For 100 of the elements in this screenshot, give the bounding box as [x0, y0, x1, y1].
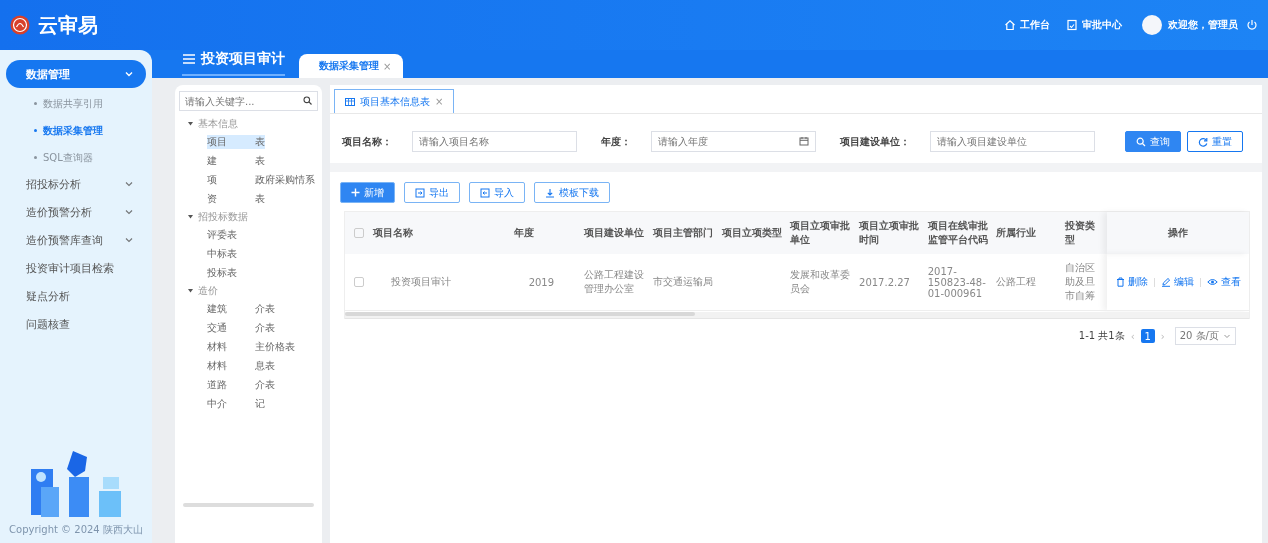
calendar-icon [799, 136, 809, 146]
submenu-item[interactable]: SQL查询器 [0, 144, 152, 171]
table-icon [345, 97, 355, 106]
column-header: 年度 [510, 212, 582, 254]
horizontal-scrollbar[interactable] [345, 312, 1249, 319]
export-button[interactable]: 导出 [404, 182, 460, 203]
app-name: 云审易 [38, 11, 98, 39]
nav-item[interactable]: 数据管理 [6, 60, 146, 88]
avatar [1142, 15, 1162, 35]
tree-item[interactable]: 表 [255, 191, 265, 206]
chevron-icon [124, 207, 134, 217]
chevron-icon [124, 235, 134, 245]
tree-item[interactable]: 项 [207, 172, 255, 187]
caret-icon [187, 287, 194, 294]
tree-item[interactable]: 介表 [255, 301, 275, 316]
submenu-item[interactable]: 数据共享引用 [0, 90, 152, 117]
nav-item[interactable]: 招投标分析 [6, 171, 146, 197]
column-header: 所属行业 [993, 212, 1063, 254]
keyword-search-field[interactable]: 请输入关键字... [179, 91, 318, 111]
page-tab[interactable]: 数据采集管理 × [299, 54, 404, 78]
caret-icon [187, 213, 194, 220]
chevron-icon [1223, 332, 1231, 340]
page-title: 投资项目审计 [182, 50, 285, 76]
column-header: 项目立项审批单位 [787, 212, 857, 254]
header-link[interactable]: 审批中心 [1066, 18, 1122, 32]
edit-link[interactable]: 编辑 [1160, 275, 1194, 289]
search-icon [303, 96, 312, 105]
tree-item[interactable]: 介表 [255, 320, 275, 335]
tree-item[interactable]: 表 [255, 134, 265, 149]
tree-item[interactable]: 材料 [207, 339, 255, 354]
table-cell: 2017.2.27 [859, 276, 910, 288]
close-icon[interactable]: × [383, 60, 392, 72]
eye-icon [1206, 277, 1218, 287]
tree-item[interactable]: 材料 [207, 358, 255, 373]
tree-item[interactable]: 投标表 [207, 265, 255, 280]
tree-item[interactable]: 中介 [207, 396, 255, 411]
import-button[interactable]: 导入 [469, 182, 525, 203]
refresh-icon [1198, 136, 1208, 147]
reset-button[interactable]: 重置 [1187, 131, 1243, 152]
tree-item[interactable]: 中标表 [207, 246, 255, 261]
tree-item[interactable]: 资 [207, 191, 255, 206]
chevron-icon [124, 179, 134, 189]
tree-group[interactable]: 造价 [179, 282, 318, 299]
field-label: 年度： [601, 134, 631, 149]
row-checkbox[interactable] [354, 277, 365, 287]
table-cell: 公路工程 [996, 276, 1037, 287]
text-field[interactable]: 请输入项目建设单位 [930, 131, 1095, 152]
pencil-icon [1160, 277, 1171, 287]
table-cell: 2017-150823-48-01-000961 [927, 265, 986, 299]
column-header: 项目在线审批监管平台代码 [924, 212, 994, 254]
tree-item[interactable]: 息表 [255, 358, 275, 373]
search-button[interactable]: 查询 [1125, 131, 1181, 152]
table-cell: 2019 [528, 276, 555, 288]
user-greeting: 欢迎您，管理员 [1168, 18, 1238, 32]
page-number-button[interactable]: 1 [1140, 329, 1155, 343]
column-header: 项目名称 [373, 212, 511, 254]
column-header: 操作 [1107, 212, 1249, 254]
tree-item[interactable]: 建 [207, 153, 255, 168]
tree-group[interactable]: 基本信息 [179, 115, 318, 132]
tree-item[interactable]: 主价格表 [255, 339, 295, 354]
view-link[interactable]: 查看 [1206, 275, 1241, 289]
tree-item[interactable]: 记 [255, 396, 265, 411]
tree-item[interactable]: 道路 [207, 377, 255, 392]
tree-item[interactable]: 评委表 [207, 227, 255, 242]
import-icon [480, 187, 490, 198]
tree-item[interactable]: 表 [255, 153, 265, 168]
table-cell: 自治区助及旦市自筹 [1065, 262, 1096, 301]
home-icon [1004, 19, 1016, 31]
tree-item[interactable]: 建筑 [207, 301, 255, 316]
power-icon[interactable] [1246, 19, 1258, 31]
text-field[interactable]: 请输入项目名称 [412, 131, 577, 152]
column-header: 项目建设单位 [581, 212, 650, 254]
tree-item[interactable]: 政府采购情系 [255, 172, 315, 187]
select-all-checkbox[interactable] [354, 228, 365, 238]
sheet-tab[interactable]: 项目基本信息表 × [334, 89, 455, 113]
add-button[interactable]: 新增 [340, 182, 395, 203]
logo-icon [10, 15, 30, 35]
field-label: 项目建设单位： [840, 134, 910, 149]
menu-icon [182, 53, 196, 65]
close-icon[interactable]: × [435, 96, 444, 107]
submenu-item[interactable]: 数据采集管理 [0, 117, 152, 144]
tree-item[interactable]: 交通 [207, 320, 255, 335]
copyright-text: Copyright © 2024 陕西大山 [8, 523, 144, 537]
page-size-select[interactable]: 20 条/页 [1174, 327, 1236, 345]
nav-item[interactable]: 投资审计项目检索 [6, 255, 146, 281]
download-button[interactable]: 模板下载 [534, 182, 610, 203]
nav-item[interactable]: 问题核查 [6, 311, 146, 337]
tree-item[interactable]: 项目 [207, 134, 255, 149]
date-field[interactable]: 请输入年度 [651, 131, 816, 152]
search-icon [1136, 136, 1146, 147]
plus-icon [351, 188, 360, 197]
tree-group[interactable]: 招投标数据 [179, 208, 318, 225]
document-icon [1066, 19, 1078, 31]
tree-item[interactable]: 介表 [255, 377, 275, 392]
header-link[interactable]: 工作台 [1004, 18, 1050, 32]
delete-link[interactable]: 删除 [1115, 275, 1148, 289]
nav-item[interactable]: 造价预警库查询 [6, 227, 146, 253]
nav-item[interactable]: 造价预警分析 [6, 199, 146, 225]
nav-item[interactable]: 疑点分析 [6, 283, 146, 309]
horizontal-scrollbar[interactable] [183, 503, 314, 507]
